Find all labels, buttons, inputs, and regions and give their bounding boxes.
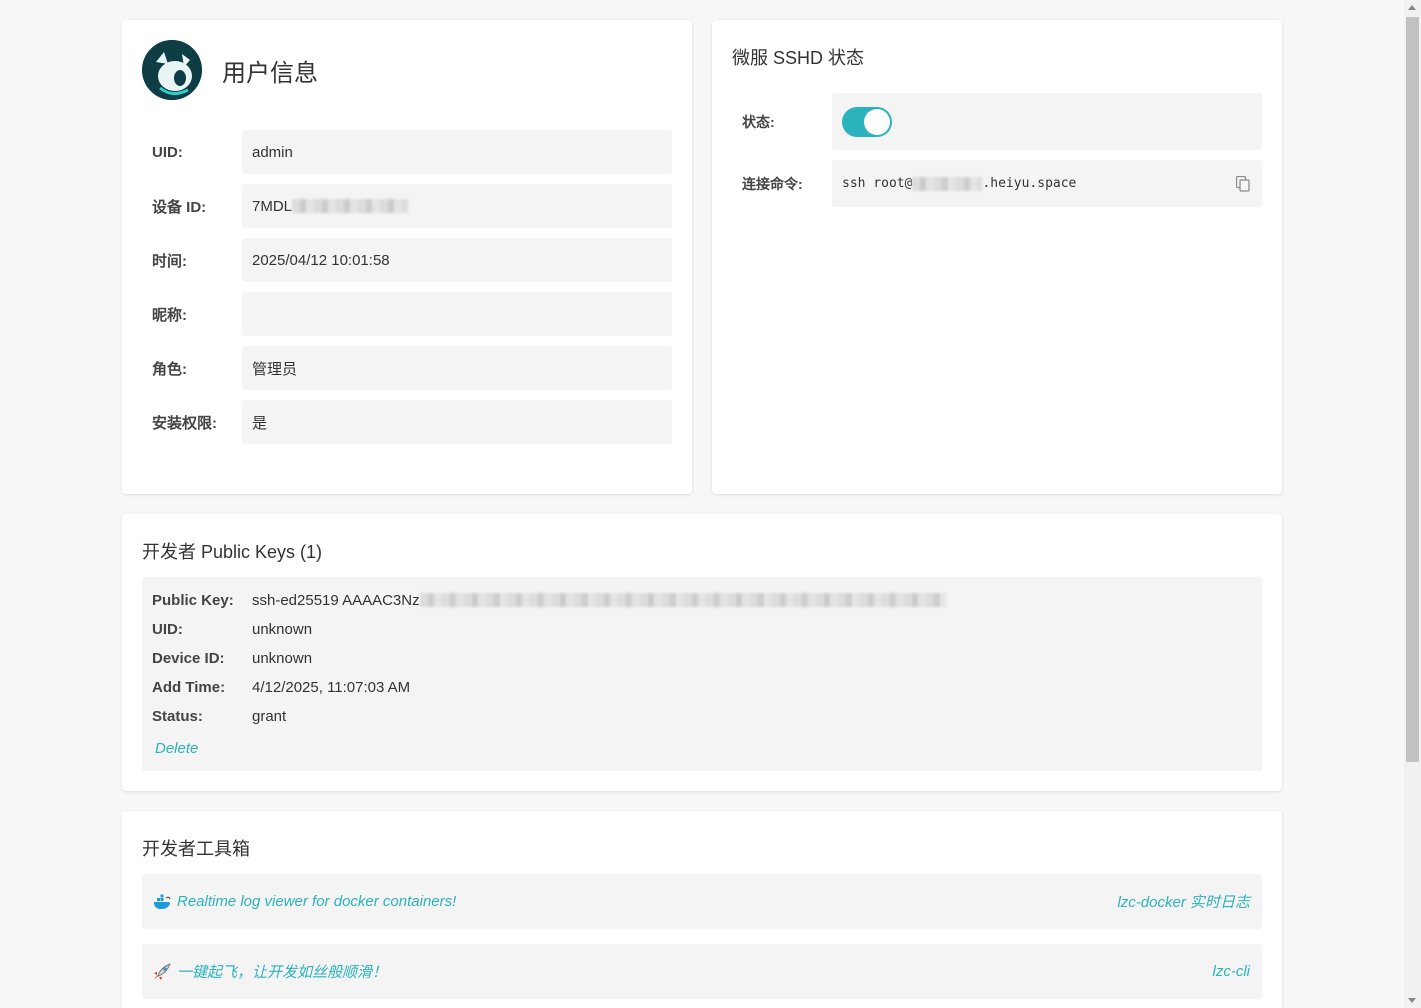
field-uid: UID: admin [142, 130, 672, 174]
toolbox-card: 开发者工具箱 Realtime log viewer for docker co… [122, 811, 1282, 1008]
tool-item-docker[interactable]: Realtime log viewer for docker container… [142, 874, 1262, 929]
field-label: 昵称: [152, 306, 187, 324]
field-value: 2025/04/12 10:01:58 [242, 238, 672, 282]
tool-link[interactable]: lzc-cli [1213, 963, 1251, 980]
field-time: 时间: 2025/04/12 10:01:58 [142, 238, 672, 282]
field-value: admin [242, 130, 672, 174]
sshd-status-row: 状态: [732, 93, 1262, 150]
sshd-command-value: ssh root@ .heiyu.space [832, 160, 1262, 207]
rocket-icon [154, 962, 171, 980]
field-label: 时间: [152, 252, 187, 270]
field-install-permission: 安装权限: 是 [142, 400, 672, 444]
role-value: 管理员 [252, 360, 298, 378]
toolbox-title: 开发者工具箱 [142, 839, 250, 859]
key-label: Public Key: [152, 591, 234, 609]
install-permission-value: 是 [252, 414, 268, 432]
tool-item-cli[interactable]: 一键起飞，让开发如丝般顺滑！ lzc-cli [142, 944, 1262, 999]
field-device-id: 设备 ID: 7MDL [142, 184, 672, 228]
public-keys-title: 开发者 Public Keys (1) [142, 542, 323, 562]
key-label: Add Time: [152, 678, 226, 696]
field-value: 7MDL [242, 184, 672, 228]
key-row-add-time: Add Time: 4/12/2025, 11:07:03 AM [152, 677, 410, 697]
command-prefix: ssh root@ [842, 176, 913, 191]
toggle-knob [864, 108, 890, 135]
user-info-title: 用户信息 [222, 59, 318, 87]
sshd-status-value [832, 93, 1262, 150]
delete-key-link[interactable]: Delete [155, 740, 198, 757]
key-row-public-key: Public Key: ssh-ed25519 AAAAC3Nz [152, 590, 946, 610]
device-id-value: unknown [252, 649, 313, 667]
command-suffix: .heiyu.space [982, 176, 1077, 191]
page: 用户信息 UID: admin 设备 ID: 7MDL 时间: 2025/04/… [0, 0, 1421, 1008]
avatar [142, 40, 202, 100]
key-row-uid: UID: unknown [152, 619, 312, 639]
device-id-value: 7MDL [252, 197, 293, 215]
field-label: UID: [152, 143, 183, 161]
sshd-title: 微服 SSHD 状态 [732, 48, 865, 68]
field-label: 安装权限: [152, 414, 217, 432]
tool-link[interactable]: lzc-docker 实时日志 [1117, 891, 1250, 912]
copy-icon[interactable] [1236, 176, 1250, 192]
key-row-device-id: Device ID: unknown [152, 648, 312, 668]
time-value: 2025/04/12 10:01:58 [252, 251, 390, 269]
redacted-text [912, 176, 983, 191]
scroll-up-arrow-icon[interactable] [1408, 5, 1416, 10]
sshd-command-row: 连接命令: ssh root@ .heiyu.space [732, 160, 1262, 207]
field-value: 是 [242, 400, 672, 444]
field-label: 设备 ID: [152, 198, 207, 216]
public-key-entry: Public Key: ssh-ed25519 AAAAC3Nz UID: un… [142, 577, 1262, 771]
field-value: 管理员 [242, 346, 672, 390]
avatar-image [142, 40, 202, 100]
add-time-value: 4/12/2025, 11:07:03 AM [252, 678, 411, 696]
key-row-status: Status: grant [152, 706, 286, 726]
sshd-card: 微服 SSHD 状态 状态: 连接命令: ssh root@ .heiyu.spa… [712, 20, 1282, 494]
tool-description: 一键起飞，让开发如丝般顺滑！ [177, 964, 388, 981]
tool-description: Realtime log viewer for docker container… [177, 893, 457, 910]
sshd-command-label: 连接命令: [742, 175, 803, 192]
key-label: UID: [152, 620, 183, 638]
field-label: 角色: [152, 360, 187, 378]
key-label: Device ID: [152, 649, 225, 667]
uid-value: admin [252, 143, 293, 161]
sshd-toggle[interactable] [842, 106, 892, 137]
uid-value: unknown [252, 620, 313, 638]
key-label: Status: [152, 707, 203, 725]
sshd-status-label: 状态: [742, 113, 775, 130]
scroll-down-arrow-icon[interactable] [1408, 998, 1416, 1003]
field-nickname: 昵称: [142, 292, 672, 336]
redacted-text [292, 199, 409, 213]
status-value: grant [252, 707, 287, 725]
user-header: 用户信息 [142, 40, 318, 100]
field-role: 角色: 管理员 [142, 346, 672, 390]
docker-whale-icon [154, 894, 171, 909]
page-scrollbar[interactable] [1404, 0, 1421, 1008]
redacted-text [419, 593, 946, 607]
public-keys-card: 开发者 Public Keys (1) Public Key: ssh-ed25… [122, 514, 1282, 791]
public-key-value: ssh-ed25519 AAAAC3Nz [252, 591, 420, 609]
user-info-card: 用户信息 UID: admin 设备 ID: 7MDL 时间: 2025/04/… [122, 20, 692, 494]
field-value [242, 292, 672, 336]
scroll-thumb[interactable] [1406, 17, 1419, 762]
